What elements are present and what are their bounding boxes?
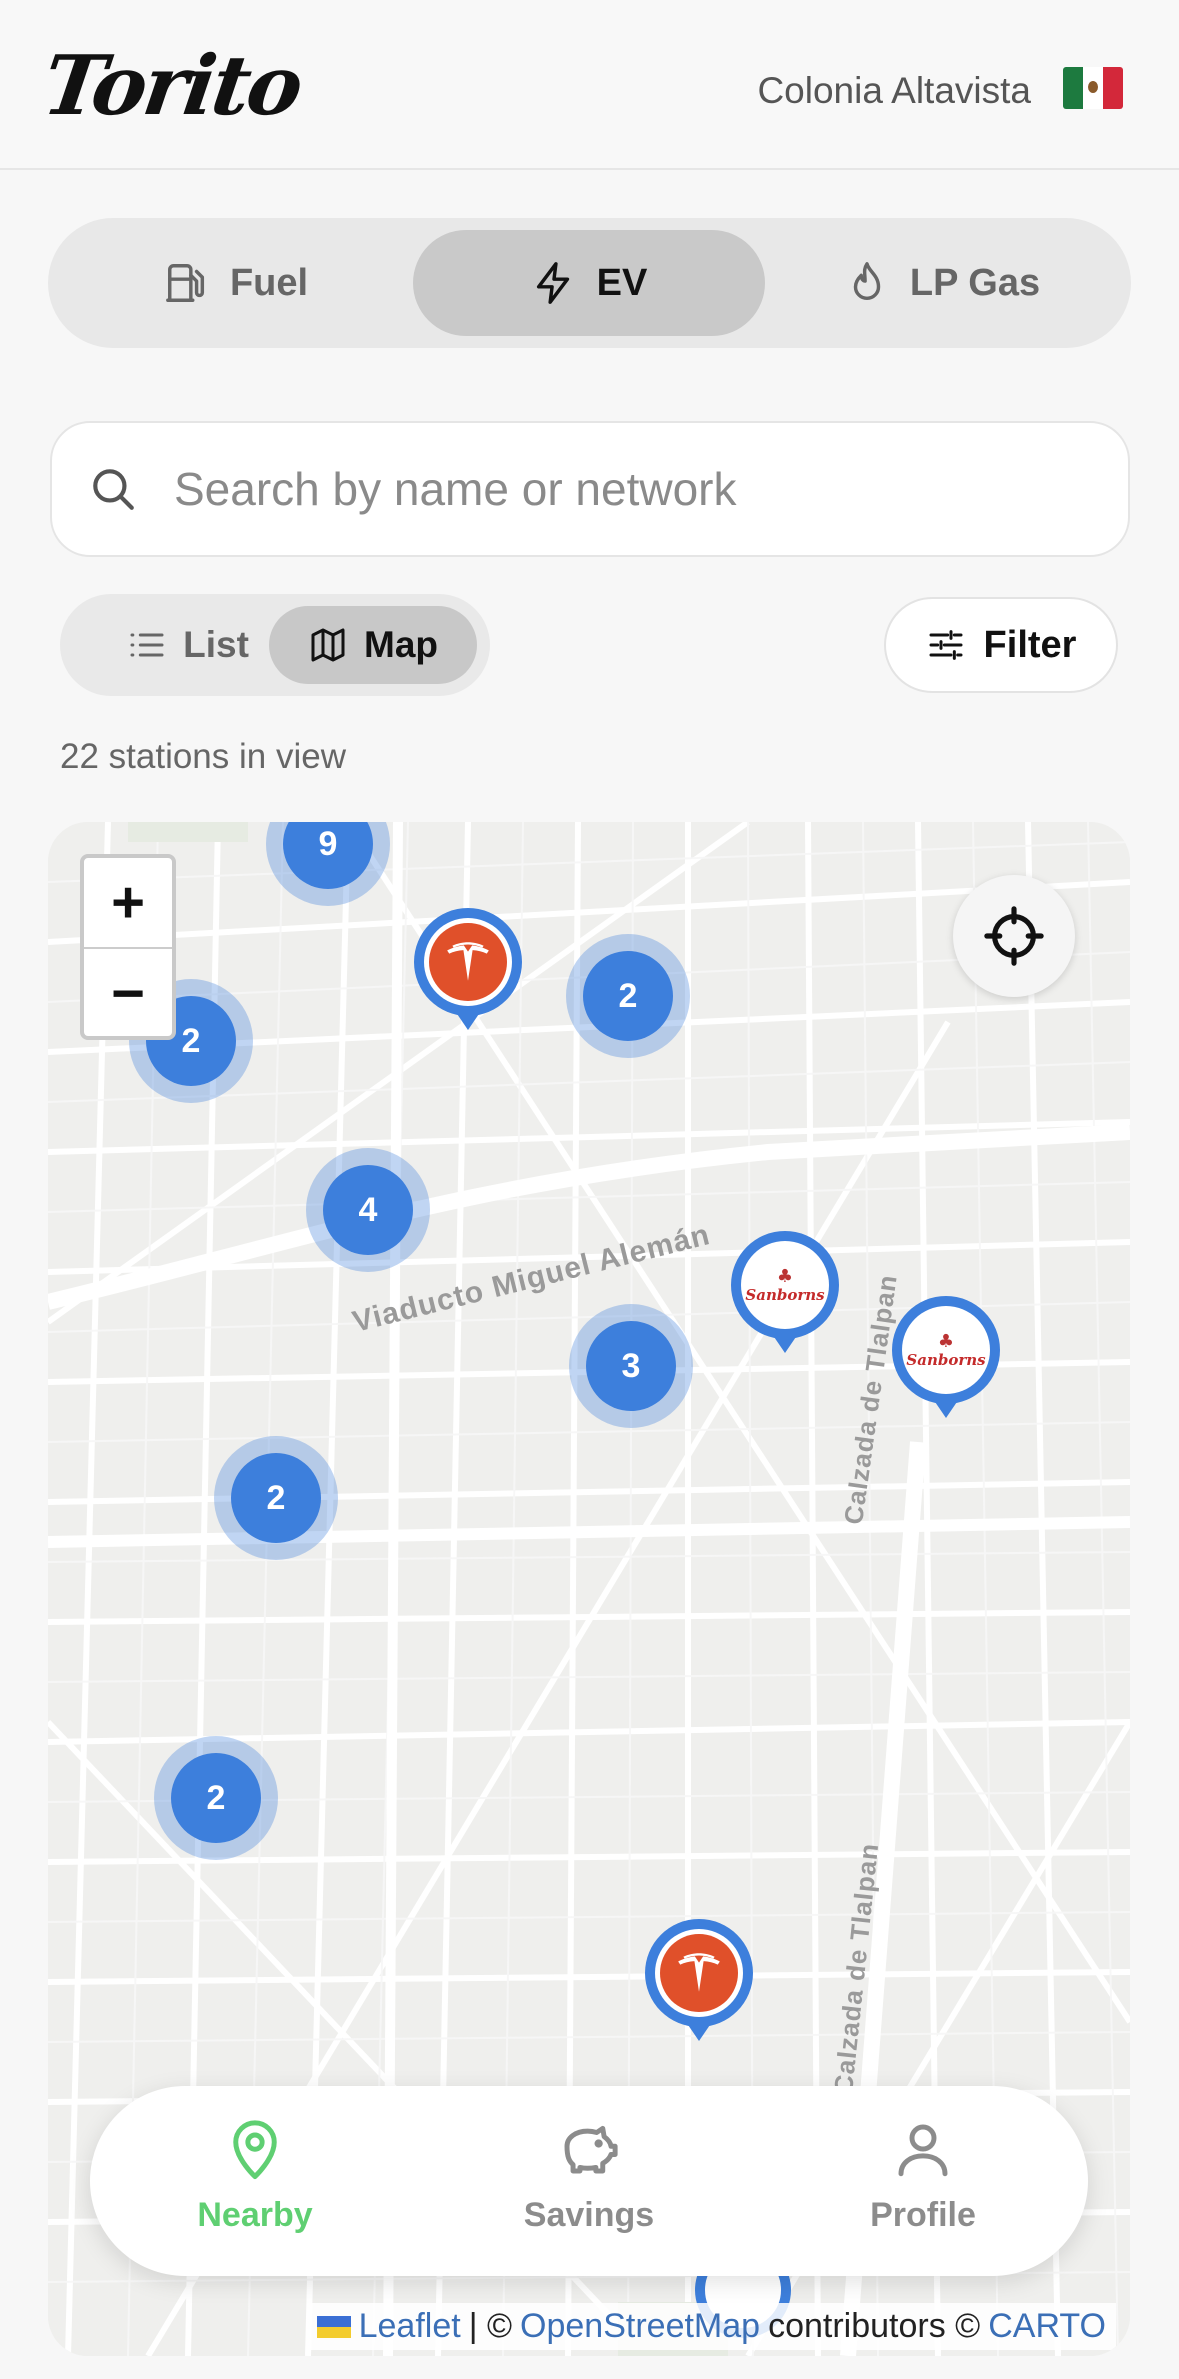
tab-lp-gas-label: LP Gas: [909, 261, 1041, 304]
locate-me-button[interactable]: [953, 875, 1075, 997]
app-header: Torito Colonia Altavista: [0, 0, 1179, 170]
tab-fuel[interactable]: Fuel: [60, 230, 412, 336]
search-bar: [50, 421, 1130, 557]
flame-icon: [853, 262, 881, 300]
map-icon: [311, 628, 345, 662]
view-toggle: List Map: [60, 594, 490, 696]
tab-ev[interactable]: EV: [413, 230, 765, 336]
attribution-contributors: contributors ©: [768, 2307, 981, 2345]
nav-savings-label: Savings: [523, 2196, 655, 2234]
station-cluster[interactable]: 2: [566, 934, 690, 1058]
sliders-icon: [929, 630, 963, 660]
tab-fuel-label: Fuel: [229, 261, 309, 304]
station-cluster[interactable]: 4: [306, 1148, 430, 1272]
lightning-bolt-icon: [536, 262, 569, 304]
fuel-type-selector: Fuel EV LP Gas: [48, 218, 1131, 348]
zoom-controls: + −: [80, 854, 176, 1040]
station-cluster[interactable]: 3: [569, 1304, 693, 1428]
map-pin-icon: [233, 2120, 277, 2179]
sanborns-logo-icon: ♣ Sanborns: [906, 1330, 986, 1369]
filter-label: Filter: [983, 623, 1077, 666]
search-input[interactable]: [174, 462, 1074, 516]
map-view-button[interactable]: Map: [269, 606, 477, 684]
tesla-logo-icon: [447, 942, 489, 981]
nav-nearby-label: Nearby: [197, 2196, 313, 2234]
search-icon: [93, 469, 134, 510]
torito-logo[interactable]: Torito: [37, 38, 306, 134]
sanborns-logo-icon: ♣ Sanborns: [745, 1265, 825, 1304]
user-icon: [898, 2124, 948, 2177]
map-attribution: Leaflet | © OpenStreetMap contributors ©…: [306, 2303, 1116, 2350]
station-cluster[interactable]: 2: [154, 1736, 278, 1860]
nav-profile[interactable]: Profile: [803, 2116, 1043, 2235]
crosshair-icon: [984, 906, 1044, 966]
list-view-button[interactable]: List: [88, 606, 288, 684]
tesla-station-pin[interactable]: [645, 1919, 753, 2049]
osm-link[interactable]: OpenStreetMap: [520, 2307, 760, 2346]
attribution-separator: | ©: [468, 2307, 513, 2345]
piggy-bank-icon: [564, 2125, 618, 2174]
cluster-count: 9: [283, 822, 373, 889]
list-icon: [130, 633, 164, 657]
map-view-label: Map: [364, 624, 438, 665]
cluster-count: 3: [586, 1321, 676, 1411]
nav-profile-label: Profile: [870, 2196, 976, 2234]
tesla-logo-icon: [678, 1953, 720, 1992]
nav-nearby[interactable]: Nearby: [135, 2116, 375, 2235]
tesla-station-pin[interactable]: [414, 908, 522, 1038]
cluster-count: 2: [231, 1453, 321, 1543]
tab-ev-label: EV: [596, 261, 648, 304]
cluster-count: 2: [583, 951, 673, 1041]
bottom-navigation: Nearby Savings Profile: [90, 2086, 1088, 2276]
ukraine-flag-icon: [316, 2315, 351, 2338]
carto-link[interactable]: CARTO: [988, 2307, 1106, 2346]
location-label[interactable]: Colonia Altavista: [757, 70, 1031, 112]
sanborns-station-pin[interactable]: ♣ Sanborns: [892, 1296, 1000, 1426]
cluster-count: 4: [323, 1165, 413, 1255]
fuel-pump-icon: [166, 264, 204, 302]
mexico-flag-icon[interactable]: [1063, 67, 1123, 109]
nav-savings[interactable]: Savings: [469, 2116, 709, 2235]
list-view-label: List: [183, 624, 249, 665]
stations-count: 22 stations in view: [60, 737, 346, 776]
sanborns-station-pin[interactable]: ♣ Sanborns: [731, 1231, 839, 1361]
tab-lp-gas[interactable]: LP Gas: [766, 230, 1118, 336]
filter-button[interactable]: Filter: [884, 597, 1118, 693]
zoom-out-button[interactable]: −: [84, 949, 172, 1038]
zoom-in-button[interactable]: +: [84, 858, 172, 947]
station-cluster[interactable]: 2: [214, 1436, 338, 1560]
cluster-count: 2: [171, 1753, 261, 1843]
leaflet-link[interactable]: Leaflet: [359, 2307, 461, 2346]
